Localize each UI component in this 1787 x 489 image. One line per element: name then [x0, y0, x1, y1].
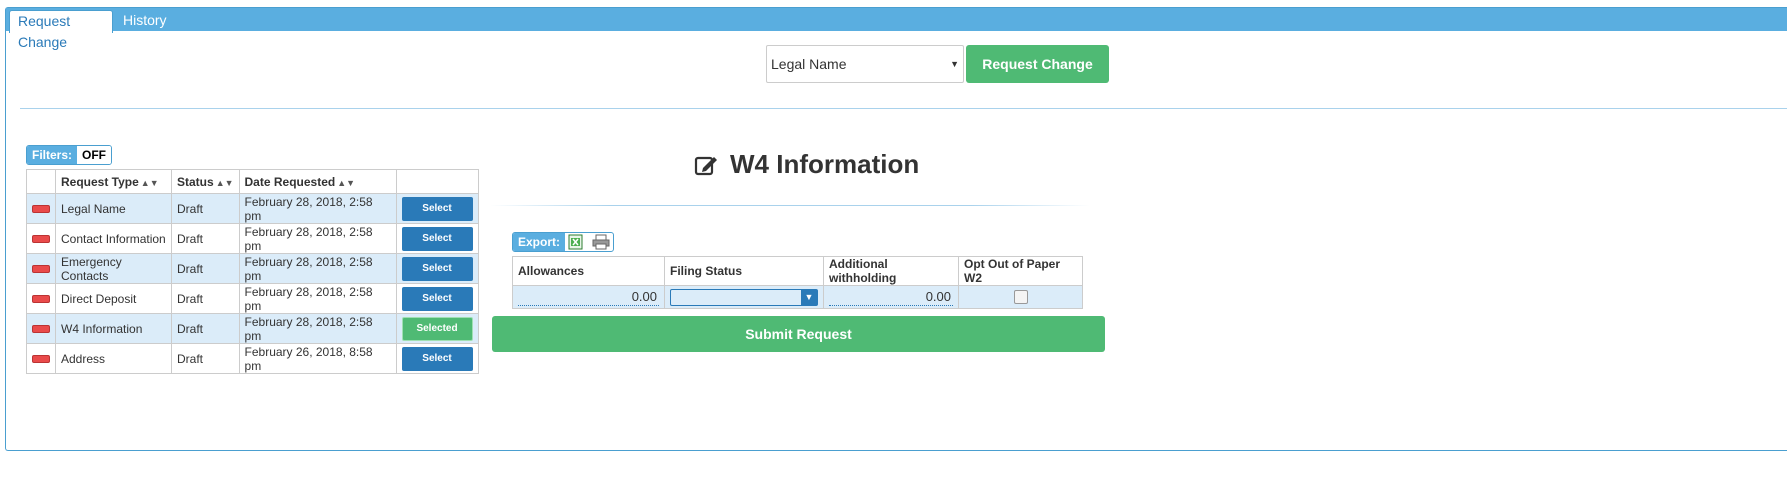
edit-icon: [694, 156, 717, 175]
opt-out-checkbox[interactable]: [1013, 290, 1028, 304]
column-header-allowances: Allowances: [512, 256, 665, 286]
delete-icon[interactable]: [32, 295, 50, 304]
column-header-status[interactable]: Status ▲▼: [171, 169, 240, 194]
action-cell: Select: [395, 343, 479, 374]
column-header-filing-status: Filing Status: [664, 256, 824, 286]
column-header-request-type[interactable]: Request Type ▲▼: [55, 169, 172, 194]
additional-withholding-input[interactable]: 0.00: [829, 288, 953, 306]
sort-icon[interactable]: ▲▼: [216, 178, 234, 188]
action-cell: Select: [395, 193, 479, 224]
delete-icon[interactable]: [32, 355, 50, 364]
chevron-down-icon: ▼: [950, 59, 959, 69]
submit-request-button[interactable]: Submit Request: [492, 316, 1105, 352]
tab-bar: Request Change History: [6, 8, 1787, 50]
column-header-additional-withholding: Additional withholding: [823, 256, 959, 286]
delete-cell: [26, 193, 56, 224]
export-bar: Export:: [512, 232, 614, 252]
delete-icon[interactable]: [32, 205, 50, 214]
delete-cell: [26, 313, 56, 344]
table-row: Direct Deposit Draft February 28, 2018, …: [26, 283, 479, 314]
date-cell: February 28, 2018, 2:58 pm: [238, 223, 397, 254]
table-row: Legal Name Draft February 28, 2018, 2:58…: [26, 193, 479, 224]
delete-cell: [26, 223, 56, 254]
request-type-cell: W4 Information: [55, 313, 172, 344]
select-button[interactable]: Select: [401, 256, 473, 281]
request-type-select[interactable]: Legal Name ▼: [766, 45, 964, 83]
request-type-cell: Legal Name: [55, 193, 172, 224]
filing-status-cell: ▼: [664, 285, 824, 309]
status-cell: Draft: [171, 253, 240, 284]
table-header-row: Request Type ▲▼ Status ▲▼ Date Requested ▲▼: [26, 169, 479, 194]
page-title: W4 Information: [730, 149, 920, 179]
filters-label: Filters:: [27, 146, 78, 164]
additional-withholding-cell: 0.00: [823, 285, 959, 309]
delete-cell: [26, 283, 56, 314]
date-cell: February 26, 2018, 8:58 pm: [238, 343, 397, 374]
column-header-date-requested[interactable]: Date Requested ▲▼: [238, 169, 397, 194]
action-cell: Selected: [395, 313, 479, 344]
status-cell: Draft: [171, 343, 240, 374]
action-cell: Select: [395, 283, 479, 314]
status-cell: Draft: [171, 313, 240, 344]
date-cell: February 28, 2018, 2:58 pm: [238, 313, 397, 344]
w4-table: Allowances Filing Status Additional with…: [512, 256, 1083, 309]
table-row: Contact Information Draft February 28, 2…: [26, 223, 479, 254]
sort-icon[interactable]: ▲▼: [337, 178, 355, 188]
request-type-cell: Direct Deposit: [55, 283, 172, 314]
table-header-row: Allowances Filing Status Additional with…: [512, 256, 1083, 286]
filing-status-select[interactable]: ▼: [670, 288, 818, 306]
table-row: Address Draft February 26, 2018, 8:58 pm…: [26, 343, 479, 374]
request-type-cell: Address: [55, 343, 172, 374]
tab-request-change[interactable]: Request Change: [9, 10, 113, 50]
w4-section-title: W4 Information: [694, 149, 919, 180]
table-header-action: [395, 169, 479, 194]
status-cell: Draft: [171, 283, 240, 314]
selected-button[interactable]: Selected: [401, 316, 473, 341]
delete-cell: [26, 343, 56, 374]
column-header-opt-out-w2: Opt Out of Paper W2: [958, 256, 1083, 286]
excel-export-icon[interactable]: [568, 234, 586, 250]
allowances-input[interactable]: 0.00: [518, 288, 659, 306]
select-button[interactable]: Select: [401, 346, 473, 371]
date-cell: February 28, 2018, 2:58 pm: [238, 283, 397, 314]
request-type-cell: Contact Information: [55, 223, 172, 254]
sort-icon[interactable]: ▲▼: [141, 178, 159, 188]
delete-icon[interactable]: [32, 325, 50, 334]
status-cell: Draft: [171, 223, 240, 254]
date-cell: February 28, 2018, 2:58 pm: [238, 253, 397, 284]
divider: [490, 205, 1090, 206]
allowances-cell: 0.00: [512, 285, 665, 309]
chevron-down-icon: ▼: [801, 289, 817, 305]
table-header-empty: [26, 169, 56, 194]
table-row: Emergency Contacts Draft February 28, 20…: [26, 253, 479, 284]
status-cell: Draft: [171, 193, 240, 224]
export-label: Export:: [513, 233, 565, 251]
divider: [20, 108, 1787, 109]
request-type-cell: Emergency Contacts: [55, 253, 172, 284]
table-row: 0.00 ▼ 0.00: [512, 285, 1083, 309]
print-icon[interactable]: [592, 234, 610, 250]
date-cell: February 28, 2018, 2:58 pm: [238, 193, 397, 224]
delete-icon[interactable]: [32, 235, 50, 244]
requests-table: Request Type ▲▼ Status ▲▼ Date Requested ▲▼…: [26, 169, 479, 374]
action-cell: Select: [395, 223, 479, 254]
filters-toggle[interactable]: Filters: OFF: [26, 145, 113, 165]
action-cell: Select: [395, 253, 479, 284]
table-row: W4 Information Draft February 28, 2018, …: [26, 313, 479, 344]
opt-out-cell: [958, 285, 1083, 309]
select-button[interactable]: Select: [401, 196, 473, 221]
delete-icon[interactable]: [32, 265, 50, 274]
delete-cell: [26, 253, 56, 284]
request-type-value: Legal Name: [771, 56, 847, 72]
select-button[interactable]: Select: [401, 226, 473, 251]
select-button[interactable]: Select: [401, 286, 473, 311]
request-change-button[interactable]: Request Change: [966, 45, 1109, 83]
tab-history[interactable]: History: [115, 10, 175, 33]
filters-value: OFF: [77, 146, 112, 164]
